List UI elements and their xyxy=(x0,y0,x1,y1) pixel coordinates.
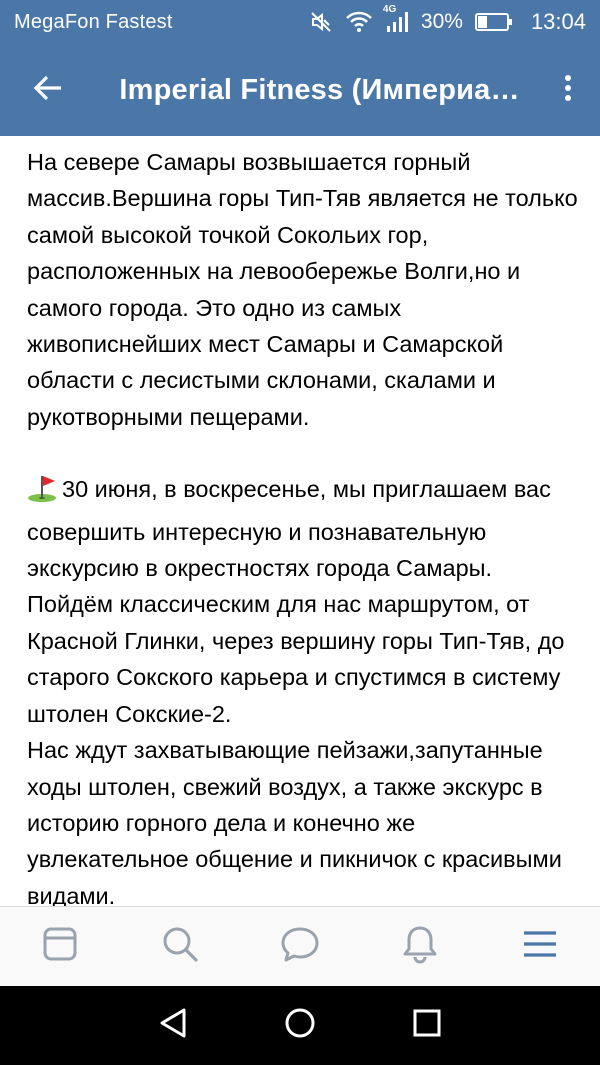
tab-notifications[interactable] xyxy=(380,907,460,987)
home-circle-icon xyxy=(284,1007,316,1044)
tab-search[interactable] xyxy=(140,907,220,987)
tab-news[interactable] xyxy=(20,907,100,987)
post-paragraph-2: 30 июня, в воскресенье, мы приглашаем ва… xyxy=(27,476,572,727)
app-bar: Imperial Fitness (Империал)... xyxy=(0,44,600,136)
bottom-tab-bar xyxy=(0,906,600,986)
status-bar: MegaFon Fastest 4G 30% 13:04 xyxy=(0,0,600,44)
system-recents-button[interactable] xyxy=(392,991,462,1061)
more-vertical-icon xyxy=(564,74,572,107)
system-nav-bar xyxy=(0,986,600,1065)
arrow-left-icon xyxy=(33,75,63,106)
search-icon xyxy=(161,925,199,968)
carrier-name: MegaFon Fastest xyxy=(14,10,173,33)
battery-icon xyxy=(474,12,513,32)
back-triangle-icon xyxy=(158,1007,188,1044)
notifications-icon xyxy=(402,924,438,969)
cell-signal-icon: 4G xyxy=(383,4,409,34)
system-home-button[interactable] xyxy=(265,991,335,1061)
system-back-button[interactable] xyxy=(138,991,208,1061)
clock: 13:04 xyxy=(530,9,586,34)
back-button[interactable] xyxy=(0,44,95,136)
golf-flag-icon xyxy=(27,473,59,513)
messages-icon xyxy=(280,925,320,968)
post-paragraph-1: На севере Самары возвышается горный масс… xyxy=(27,149,585,430)
post-paragraph-2-wrapper: 30 июня, в воскресенье, мы приглашаем ва… xyxy=(27,471,580,732)
news-icon xyxy=(42,926,78,967)
recents-square-icon xyxy=(413,1009,441,1042)
post-paragraph-3: Нас ждут захватывающие пейзажи,запутанны… xyxy=(27,737,569,906)
post-content[interactable]: На севере Самары возвышается горный масс… xyxy=(0,136,600,906)
tab-messages[interactable] xyxy=(260,907,340,987)
page-title: Imperial Fitness (Империал)... xyxy=(119,73,537,106)
battery-percent: 30% xyxy=(420,10,463,33)
menu-icon xyxy=(523,929,557,964)
mute-icon xyxy=(309,10,333,34)
wifi-icon xyxy=(345,11,373,33)
tab-menu[interactable] xyxy=(500,907,580,987)
network-type: 4G xyxy=(382,4,397,15)
status-indicators: 4G 30% 13:04 xyxy=(309,4,586,35)
more-options-button[interactable] xyxy=(536,44,600,136)
